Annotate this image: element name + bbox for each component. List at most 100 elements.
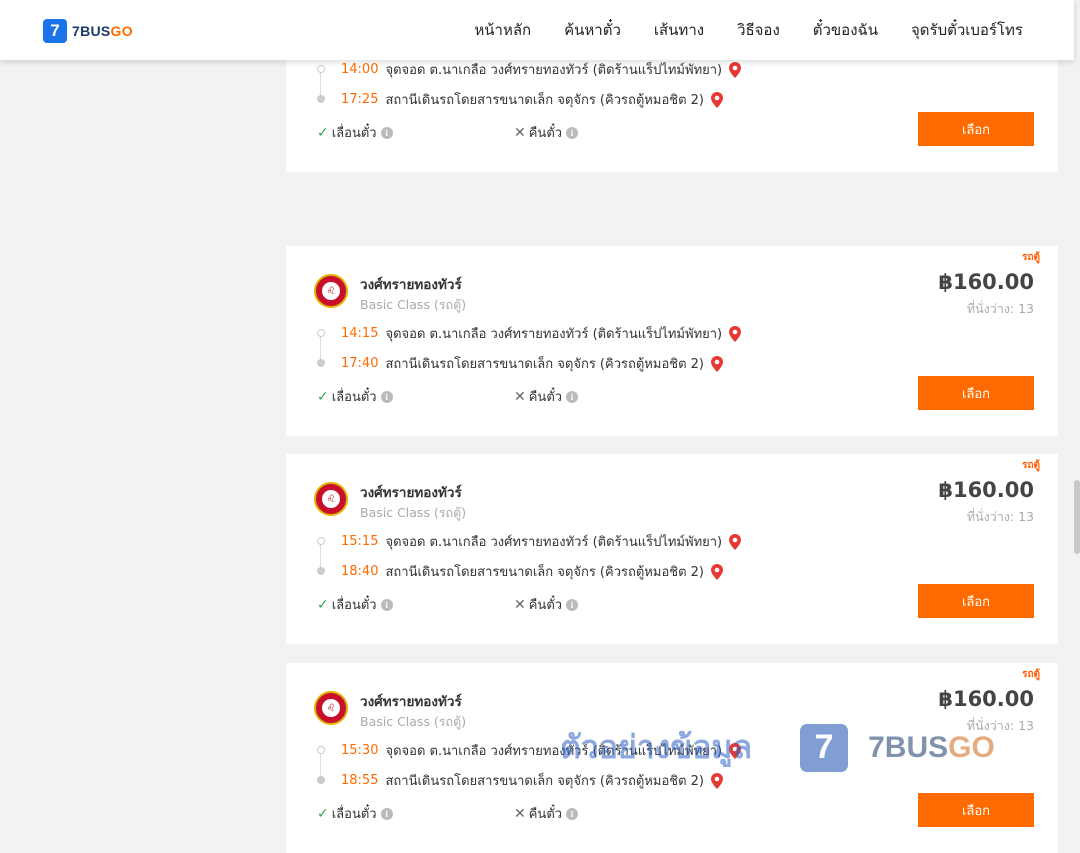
departure-stop: 15:15 จุดจอด ต.นาเกลือ วงศ์ทรายทองทัวร์ … bbox=[341, 531, 742, 552]
departure-time: 15:15 bbox=[341, 534, 379, 549]
arrival-place: สถานีเดินรถโดยสารขนาดเล็ก จตุจักร (คิวรถ… bbox=[385, 357, 704, 372]
info-icon[interactable]: i bbox=[566, 126, 579, 139]
info-icon[interactable]: i bbox=[566, 390, 579, 403]
trip-card: รถตู้ ♌ วงศ์ทรายทองทัวร์ Basic Class (รถ… bbox=[286, 246, 1058, 436]
arrival-stop: 17:25 สถานีเดินรถโดยสารขนาดเล็ก จตุจักร … bbox=[341, 89, 724, 110]
nav-routes[interactable]: เส้นทาง bbox=[654, 18, 704, 42]
select-trip-button[interactable]: เลือก bbox=[918, 112, 1034, 146]
scrollbar-thumb[interactable] bbox=[1074, 480, 1080, 554]
reschedule-feature: ✓ เลื่อนตั๋ว i bbox=[317, 122, 393, 143]
arrival-dot-icon bbox=[317, 776, 325, 784]
nav-how-to-book[interactable]: วิธีจอง bbox=[737, 18, 780, 42]
site-logo[interactable]: 7 7BUSGO bbox=[43, 19, 133, 43]
logo-brand: 7BUS bbox=[72, 23, 111, 39]
reschedule-feature: ✓ เลื่อนตั๋ว i bbox=[317, 803, 393, 824]
seats-available: ที่นั่งว่าง: 13 bbox=[966, 509, 1034, 524]
info-icon[interactable]: i bbox=[566, 598, 579, 611]
ticket-price: ฿160.00 bbox=[938, 478, 1034, 502]
departure-dot-icon bbox=[317, 746, 325, 754]
map-pin-icon[interactable] bbox=[710, 772, 724, 789]
operator-logo: ♌ bbox=[314, 482, 348, 516]
seats-available: ที่นั่งว่าง: 13 bbox=[966, 301, 1034, 316]
refund-label: คืนตั๋ว bbox=[528, 807, 563, 822]
logo-mark: 7 bbox=[43, 19, 67, 43]
reschedule-label: เลื่อนตั๋ว bbox=[331, 807, 377, 822]
refund-feature: ✕ คืนตั๋ว i bbox=[514, 594, 579, 615]
nav-my-tickets[interactable]: ตั๋วของฉัน bbox=[813, 18, 878, 42]
nav-ticket-pickup[interactable]: จุดรับตั๋วเบอร์โทร bbox=[911, 18, 1023, 42]
select-trip-button[interactable]: เลือก bbox=[918, 584, 1034, 618]
lion-icon: ♌ bbox=[322, 282, 340, 300]
info-icon[interactable]: i bbox=[380, 390, 393, 403]
nav-home[interactable]: หน้าหลัก bbox=[474, 18, 531, 42]
departure-dot-icon bbox=[317, 329, 325, 337]
refund-feature: ✕ คืนตั๋ว i bbox=[514, 386, 579, 407]
vehicle-type-badge: รถตู้ bbox=[1022, 669, 1040, 680]
map-pin-icon[interactable] bbox=[728, 742, 742, 759]
arrival-time: 17:40 bbox=[341, 356, 379, 371]
nav-search-tickets[interactable]: ค้นหาตั๋ว bbox=[564, 18, 621, 42]
select-trip-button[interactable]: เลือก bbox=[918, 793, 1034, 827]
check-icon: ✓ bbox=[317, 124, 329, 141]
info-icon[interactable]: i bbox=[566, 807, 579, 820]
top-header: 7 7BUSGO หน้าหลัก ค้นหาตั๋ว เส้นทาง วิธี… bbox=[0, 0, 1074, 60]
map-pin-icon[interactable] bbox=[710, 563, 724, 580]
cross-icon: ✕ bbox=[514, 805, 526, 822]
arrival-dot-icon bbox=[317, 359, 325, 367]
arrival-dot-icon bbox=[317, 567, 325, 575]
reschedule-label: เลื่อนตั๋ว bbox=[331, 390, 377, 405]
trip-card: รถตู้ ♌ วงศ์ทรายทองทัวร์ Basic Class (รถ… bbox=[286, 454, 1058, 644]
reschedule-label: เลื่อนตั๋ว bbox=[331, 126, 377, 141]
map-pin-icon[interactable] bbox=[710, 355, 724, 372]
departure-place: จุดจอด ต.นาเกลือ วงศ์ทรายทองทัวร์ (ติดร้… bbox=[385, 63, 723, 78]
arrival-place: สถานีเดินรถโดยสารขนาดเล็ก จตุจักร (คิวรถ… bbox=[385, 93, 704, 108]
operator-logo: ♌ bbox=[314, 691, 348, 725]
vehicle-type-badge: รถตู้ bbox=[1022, 460, 1040, 471]
lion-icon: ♌ bbox=[322, 699, 340, 717]
map-pin-icon[interactable] bbox=[728, 61, 742, 78]
refund-label: คืนตั๋ว bbox=[528, 126, 563, 141]
reschedule-label: เลื่อนตั๋ว bbox=[331, 598, 377, 613]
lion-icon: ♌ bbox=[322, 490, 340, 508]
operator-name: วงศ์ทรายทองทัวร์ bbox=[360, 485, 462, 501]
operator-name: วงศ์ทรายทองทัวร์ bbox=[360, 277, 462, 293]
operator-logo: ♌ bbox=[314, 274, 348, 308]
select-trip-button[interactable]: เลือก bbox=[918, 376, 1034, 410]
arrival-stop: 18:40 สถานีเดินรถโดยสารขนาดเล็ก จตุจักร … bbox=[341, 561, 724, 582]
trip-card: รถตู้ ♌ วงศ์ทรายทองทัวร์ Basic Class (รถ… bbox=[286, 663, 1058, 853]
main-nav: หน้าหลัก ค้นหาตั๋ว เส้นทาง วิธีจอง ตั๋วข… bbox=[441, 0, 1023, 60]
departure-place: จุดจอด ต.นาเกลือ วงศ์ทรายทองทัวร์ (ติดร้… bbox=[385, 327, 723, 342]
arrival-dot-icon bbox=[317, 95, 325, 103]
reschedule-feature: ✓ เลื่อนตั๋ว i bbox=[317, 594, 393, 615]
map-pin-icon[interactable] bbox=[728, 533, 742, 550]
arrival-time: 18:55 bbox=[341, 773, 379, 788]
arrival-stop: 18:55 สถานีเดินรถโดยสารขนาดเล็ก จตุจักร … bbox=[341, 770, 724, 791]
logo-wordmark: 7BUSGO bbox=[72, 23, 133, 39]
ticket-price: ฿160.00 bbox=[938, 270, 1034, 294]
arrival-place: สถานีเดินรถโดยสารขนาดเล็ก จตุจักร (คิวรถ… bbox=[385, 565, 704, 580]
cross-icon: ✕ bbox=[514, 124, 526, 141]
map-pin-icon[interactable] bbox=[710, 91, 724, 108]
map-pin-icon[interactable] bbox=[728, 325, 742, 342]
operator-name: วงศ์ทรายทองทัวร์ bbox=[360, 694, 462, 710]
check-icon: ✓ bbox=[317, 388, 329, 405]
departure-dot-icon bbox=[317, 537, 325, 545]
info-icon[interactable]: i bbox=[380, 598, 393, 611]
page-scrollbar[interactable] bbox=[1074, 0, 1080, 800]
departure-place: จุดจอด ต.นาเกลือ วงศ์ทรายทองทัวร์ (ติดร้… bbox=[385, 744, 723, 759]
info-icon[interactable]: i bbox=[380, 807, 393, 820]
ticket-price: ฿160.00 bbox=[938, 687, 1034, 711]
info-icon[interactable]: i bbox=[380, 126, 393, 139]
arrival-place: สถานีเดินรถโดยสารขนาดเล็ก จตุจักร (คิวรถ… bbox=[385, 774, 704, 789]
refund-label: คืนตั๋ว bbox=[528, 390, 563, 405]
departure-time: 14:15 bbox=[341, 326, 379, 341]
logo-brand-accent: GO bbox=[110, 23, 133, 39]
arrival-time: 18:40 bbox=[341, 564, 379, 579]
refund-feature: ✕ คืนตั๋ว i bbox=[514, 122, 579, 143]
departure-stop: 14:15 จุดจอด ต.นาเกลือ วงศ์ทรายทองทัวร์ … bbox=[341, 323, 742, 344]
cross-icon: ✕ bbox=[514, 596, 526, 613]
departure-time: 14:00 bbox=[341, 62, 379, 77]
seat-class: Basic Class (รถตู้) bbox=[360, 714, 467, 729]
cross-icon: ✕ bbox=[514, 388, 526, 405]
departure-dot-icon bbox=[317, 65, 325, 73]
